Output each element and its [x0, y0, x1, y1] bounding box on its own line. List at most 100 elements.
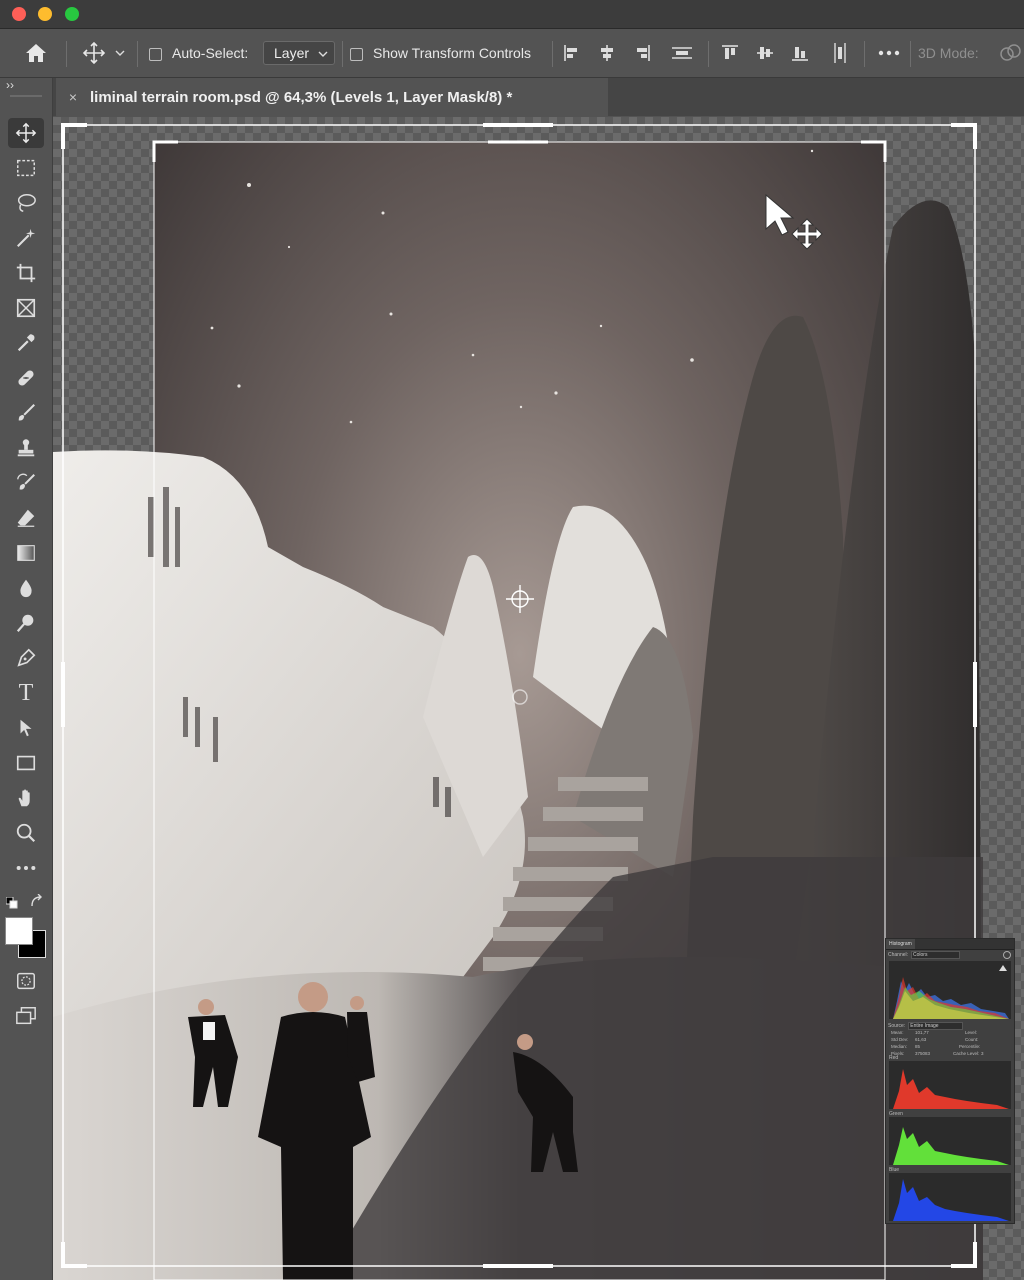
align-vertical-centers-button[interactable] — [753, 41, 777, 65]
dodge-icon — [16, 614, 34, 632]
lasso-icon — [17, 194, 36, 212]
cache-level-value: 3 — [981, 1051, 984, 1056]
align-top-edges-button[interactable] — [718, 41, 742, 65]
hand-tool[interactable] — [8, 783, 44, 813]
colors-histogram-graph — [889, 961, 1011, 1019]
type-icon: T — [18, 679, 34, 706]
stamp-icon — [17, 439, 35, 457]
zoom-icon — [16, 823, 36, 843]
auto-select-target-dropdown[interactable]: Layer — [263, 41, 335, 65]
cache-level-label: Cache Level: — [953, 1051, 980, 1056]
channel-dropdown[interactable]: Colors — [911, 950, 961, 959]
mean-value: 101,77 — [915, 1030, 929, 1035]
collapse-panel-button[interactable]: ›› — [6, 78, 14, 92]
pen-icon — [17, 648, 36, 667]
rectangular-marquee-tool[interactable] — [8, 153, 44, 183]
align-horizontal-centers-icon — [601, 45, 613, 61]
document-canvas[interactable] — [53, 117, 1024, 1280]
align-vertical-centers-icon — [757, 47, 773, 59]
channel-label: Channel: — [888, 951, 909, 958]
distribute-horizontal-icon — [834, 43, 846, 63]
distribute-vertical-button[interactable] — [670, 41, 694, 65]
history-brush-icon — [17, 473, 35, 490]
move-tool[interactable] — [8, 118, 44, 148]
foreground-color-swatch[interactable] — [5, 917, 33, 945]
more-options-button[interactable] — [876, 43, 902, 63]
move-icon — [15, 122, 37, 144]
pen-tool[interactable] — [8, 643, 44, 673]
tools-panel: ›› T — [0, 78, 53, 1280]
edit-toolbar-button[interactable] — [8, 853, 44, 883]
quick-mask-icon — [17, 972, 35, 990]
screen-mode-button[interactable] — [8, 1001, 44, 1031]
frame-tool[interactable] — [8, 293, 44, 323]
close-window-button[interactable] — [12, 7, 26, 21]
zoom-window-button[interactable] — [65, 7, 79, 21]
eyedropper-icon — [17, 334, 35, 352]
zoom-tool[interactable] — [8, 818, 44, 848]
gradient-tool[interactable] — [8, 538, 44, 568]
blur-tool[interactable] — [8, 573, 44, 603]
chevron-down-icon[interactable] — [112, 45, 128, 61]
rectangle-tool[interactable] — [8, 748, 44, 778]
document-tab-bar: × liminal terrain room.psd @ 64,3% (Leve… — [52, 78, 1024, 116]
history-brush-tool[interactable] — [8, 468, 44, 498]
close-icon[interactable]: × — [66, 90, 80, 104]
artwork-image — [53, 123, 983, 1280]
3d-orbit-button[interactable] — [996, 41, 1024, 65]
home-icon — [26, 44, 46, 62]
crop-icon — [16, 263, 36, 283]
document-tab[interactable]: × liminal terrain room.psd @ 64,3% (Leve… — [56, 78, 608, 116]
align-left-edges-button[interactable] — [560, 41, 584, 65]
lasso-tool[interactable] — [8, 188, 44, 218]
dodge-tool[interactable] — [8, 608, 44, 638]
refresh-icon[interactable] — [1003, 950, 1011, 959]
align-bottom-edges-button[interactable] — [788, 41, 812, 65]
show-transform-controls-checkbox[interactable] — [349, 47, 363, 61]
eyedropper-tool[interactable] — [8, 328, 44, 358]
eraser-tool[interactable] — [8, 503, 44, 533]
count-label: Count: — [965, 1037, 979, 1042]
align-bottom-edges-icon — [792, 47, 808, 61]
quick-mask-button[interactable] — [8, 966, 44, 996]
histogram-tab[interactable]: Histogram — [886, 939, 915, 949]
red-histogram-graph — [889, 1061, 1011, 1109]
healing-brush-tool[interactable] — [8, 363, 44, 393]
median-value: 85 — [915, 1044, 921, 1049]
rectangle-icon — [16, 755, 36, 771]
percentile-label: Percentile: — [959, 1044, 981, 1049]
hand-icon — [18, 789, 30, 807]
move-tool-preset-button[interactable] — [80, 39, 108, 67]
document-title: liminal terrain room.psd @ 64,3% (Levels… — [90, 88, 513, 106]
align-left-edges-icon — [564, 45, 577, 61]
more-icon — [878, 50, 900, 56]
options-bar: Auto-Select: Layer Show Transform Contro… — [0, 29, 1024, 78]
std-dev-value: 61,63 — [915, 1037, 927, 1042]
align-top-edges-icon — [722, 45, 738, 59]
bandage-icon — [18, 370, 34, 386]
default-colors-icon[interactable] — [5, 896, 18, 909]
clone-stamp-tool[interactable] — [8, 433, 44, 463]
screen-mode-icon — [16, 1007, 36, 1025]
histogram-panel-header: Histogram — [886, 939, 1014, 950]
gradient-icon — [17, 545, 35, 561]
magic-wand-tool[interactable] — [8, 223, 44, 253]
align-horizontal-centers-button[interactable] — [595, 41, 619, 65]
swap-colors-icon[interactable] — [30, 893, 44, 908]
level-label: Level: — [965, 1030, 978, 1035]
median-label: Median: — [891, 1044, 908, 1049]
crop-tool[interactable] — [8, 258, 44, 288]
move-icon — [82, 41, 106, 65]
path-selection-tool[interactable] — [8, 713, 44, 743]
brush-tool[interactable] — [8, 398, 44, 428]
minimize-window-button[interactable] — [38, 7, 52, 21]
align-right-edges-button[interactable] — [630, 41, 654, 65]
magic-wand-icon — [17, 228, 36, 247]
mean-label: Mean: — [891, 1030, 904, 1035]
pixels-value: 375083 — [915, 1051, 931, 1056]
type-tool[interactable]: T — [8, 678, 44, 708]
distribute-horizontal-button[interactable] — [828, 41, 852, 65]
window-titlebar — [0, 0, 1024, 29]
auto-select-checkbox[interactable] — [148, 47, 162, 61]
home-button[interactable] — [20, 39, 52, 67]
